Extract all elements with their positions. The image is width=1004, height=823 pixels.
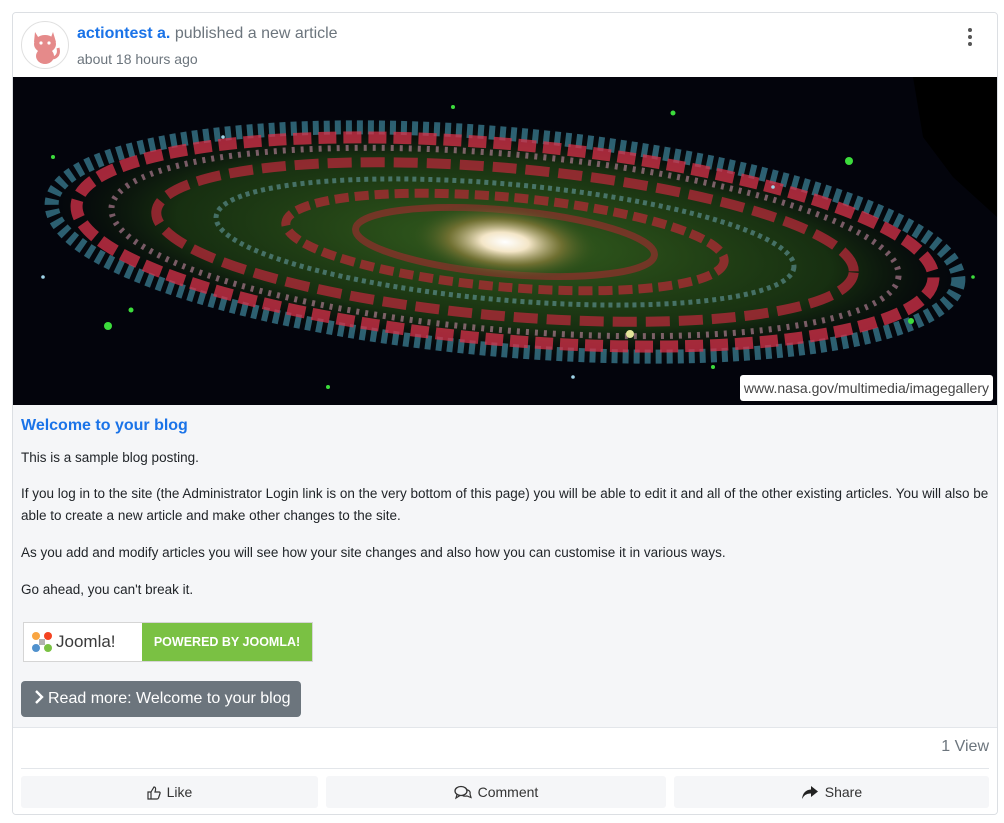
article-paragraph: As you add and modify articles you will … [21, 545, 726, 560]
share-icon [801, 786, 818, 799]
cat-avatar-icon [34, 32, 60, 64]
article-title-link[interactable]: Welcome to your blog [21, 417, 188, 435]
post-header: actiontest a. published a new article ab… [13, 13, 997, 77]
article-image[interactable]: www.nasa.gov/multimedia/imagegallery [13, 77, 997, 405]
article-body: Welcome to your blog This is a sample bl… [13, 405, 997, 727]
comment-icon [454, 785, 472, 800]
chevron-right-icon [33, 681, 45, 717]
thumbs-up-icon [147, 786, 161, 800]
actor-name-link[interactable]: actiontest a. [77, 25, 170, 42]
comment-label: Comment [477, 784, 539, 800]
galaxy-image [13, 77, 997, 405]
share-label: Share [824, 784, 863, 800]
image-credit: www.nasa.gov/multimedia/imagegallery [739, 375, 993, 401]
joomla-badge-label: POWERED BY JOOMLA! [142, 623, 312, 661]
post-footer: 1 View Like Comment Share [13, 727, 997, 814]
like-label: Like [166, 784, 193, 800]
joomla-logo-text: Joomla! [56, 632, 116, 651]
kebab-menu-icon[interactable] [959, 25, 981, 49]
powered-by-joomla-badge[interactable]: Joomla! POWERED BY JOOMLA! [23, 622, 313, 662]
read-more-label: Read more: Welcome to your blog [48, 690, 291, 707]
comment-button[interactable]: Comment [326, 776, 666, 808]
activity-card: actiontest a. published a new article ab… [12, 12, 998, 815]
article-paragraph: This is a sample blog posting. [21, 450, 199, 465]
joomla-logo-icon [32, 632, 52, 652]
share-button[interactable]: Share [674, 776, 989, 808]
post-timestamp[interactable]: about 18 hours ago [77, 51, 198, 67]
read-more-button[interactable]: Read more: Welcome to your blog [21, 681, 301, 717]
activity-headline: actiontest a. published a new article [77, 25, 338, 43]
footer-divider [21, 768, 989, 769]
article-paragraph: Go ahead, you can't break it. [21, 582, 194, 597]
like-button[interactable]: Like [21, 776, 318, 808]
joomla-logo: Joomla! [24, 623, 142, 661]
activity-action-text: published a new article [174, 25, 338, 42]
article-paragraph: If you log in to the site (the Administr… [21, 486, 989, 523]
avatar[interactable] [21, 21, 69, 69]
view-count: 1 View [941, 738, 989, 755]
